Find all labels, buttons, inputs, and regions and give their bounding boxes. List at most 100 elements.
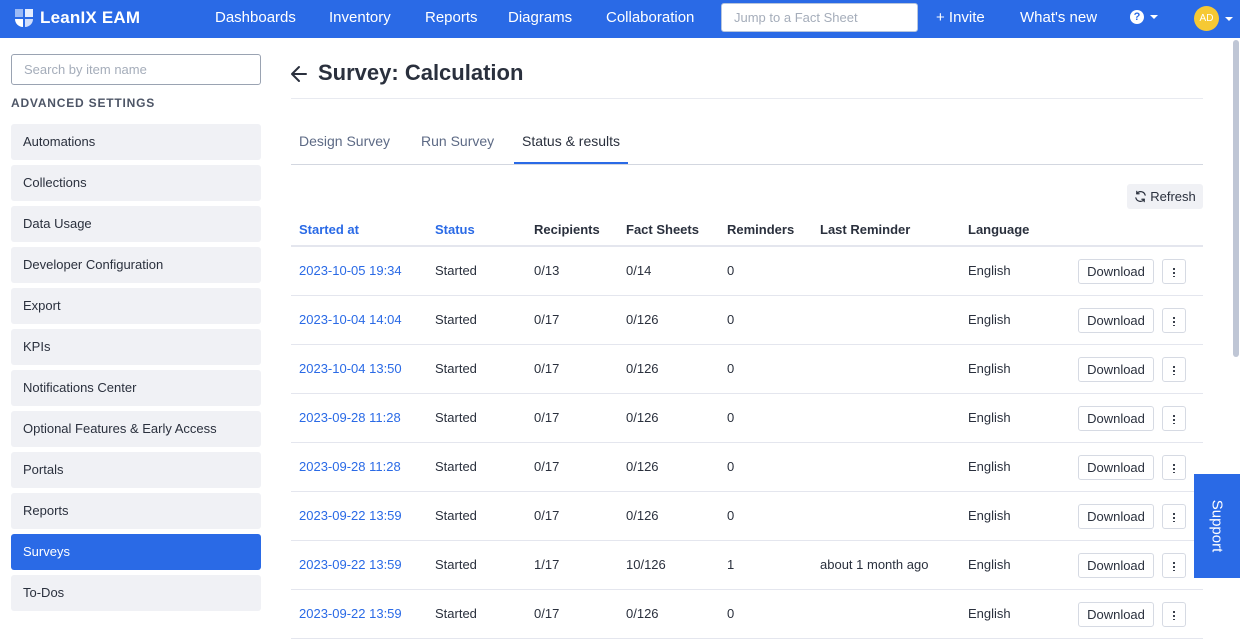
column-header-recipients: Recipients <box>534 222 600 237</box>
more-actions-button[interactable] <box>1162 259 1186 284</box>
language-cell: English <box>968 459 1011 474</box>
fact-sheets-cell: 0/126 <box>626 312 659 327</box>
more-actions-button[interactable] <box>1162 357 1186 382</box>
sidebar-item-reports[interactable]: Reports <box>11 493 261 529</box>
sidebar-item-surveys[interactable]: Surveys <box>11 534 261 570</box>
user-menu[interactable]: AD <box>1194 6 1233 31</box>
help-menu[interactable]: ? <box>1130 10 1158 24</box>
download-button[interactable]: Download <box>1078 602 1154 627</box>
reminders-cell: 0 <box>727 459 735 474</box>
download-button[interactable]: Download <box>1078 455 1154 480</box>
started-at-link[interactable]: 2023-10-05 19:34 <box>299 263 402 278</box>
status-cell: Started <box>435 557 477 572</box>
settings-sidebar: ADVANCED SETTINGS Automations Collection… <box>11 54 261 616</box>
started-at-link[interactable]: 2023-10-04 14:04 <box>299 312 402 327</box>
vertical-ellipsis-icon <box>1173 266 1175 277</box>
nav-dashboards[interactable]: Dashboards <box>215 9 296 26</box>
language-cell: English <box>968 410 1011 425</box>
jump-to-fact-sheet-input[interactable] <box>721 3 918 32</box>
download-button[interactable]: Download <box>1078 357 1154 382</box>
table-row: 2023-10-04 14:04 Started 0/17 0/126 0 English… <box>291 296 1203 345</box>
tab-design-survey[interactable]: Design Survey <box>299 133 390 149</box>
reminders-cell: 0 <box>727 263 735 278</box>
column-header-status[interactable]: Status <box>435 222 475 237</box>
fact-sheets-cell: 0/126 <box>626 361 659 376</box>
language-cell: English <box>968 508 1011 523</box>
whats-new-link[interactable]: What's new <box>1020 9 1097 26</box>
more-actions-button[interactable] <box>1162 553 1186 578</box>
language-cell: English <box>968 312 1011 327</box>
survey-runs-table: Started at Status Recipients Fact Sheets… <box>291 214 1203 639</box>
download-button[interactable]: Download <box>1078 259 1154 284</box>
table-row: 2023-09-22 13:59 Started 0/17 0/126 0 English… <box>291 492 1203 541</box>
support-label: Support <box>1208 499 1226 553</box>
status-cell: Started <box>435 508 477 523</box>
column-header-started-at[interactable]: Started at <box>299 222 359 237</box>
recipients-cell: 0/17 <box>534 361 560 376</box>
sidebar-item-export[interactable]: Export <box>11 288 261 324</box>
reminders-cell: 1 <box>727 557 735 572</box>
sidebar-item-portals[interactable]: Portals <box>11 452 261 488</box>
table-row: 2023-10-04 13:50 Started 0/17 0/126 0 English… <box>291 345 1203 394</box>
invite-button[interactable]: + Invite <box>936 9 985 26</box>
more-actions-button[interactable] <box>1162 406 1186 431</box>
sidebar-item-automations[interactable]: Automations <box>11 124 261 160</box>
sidebar-heading: ADVANCED SETTINGS <box>11 96 156 110</box>
reminders-cell: 0 <box>727 606 735 621</box>
download-button[interactable]: Download <box>1078 504 1154 529</box>
started-at-link[interactable]: 2023-09-28 11:28 <box>299 459 401 474</box>
table-row: 2023-09-28 11:28 Started 0/17 0/126 0 English… <box>291 443 1203 492</box>
download-button[interactable]: Download <box>1078 406 1154 431</box>
nav-inventory[interactable]: Inventory <box>329 9 391 26</box>
vertical-ellipsis-icon <box>1173 609 1175 620</box>
nav-reports[interactable]: Reports <box>425 9 478 26</box>
page-scrollbar[interactable] <box>1233 40 1239 357</box>
sidebar-item-optional-features[interactable]: Optional Features & Early Access <box>11 411 261 447</box>
more-actions-button[interactable] <box>1162 455 1186 480</box>
language-cell: English <box>968 606 1011 621</box>
started-at-link[interactable]: 2023-10-04 13:50 <box>299 361 402 376</box>
nav-diagrams[interactable]: Diagrams <box>508 9 572 26</box>
language-cell: English <box>968 361 1011 376</box>
sidebar-item-notifications-center[interactable]: Notifications Center <box>11 370 261 406</box>
sidebar-item-developer-configuration[interactable]: Developer Configuration <box>11 247 261 283</box>
sidebar-search-input[interactable] <box>11 54 261 85</box>
language-cell: English <box>968 557 1011 572</box>
more-actions-button[interactable] <box>1162 504 1186 529</box>
started-at-link[interactable]: 2023-09-22 13:59 <box>299 508 402 523</box>
sidebar-item-data-usage[interactable]: Data Usage <box>11 206 261 242</box>
language-cell: English <box>968 263 1011 278</box>
refresh-button[interactable]: Refresh <box>1127 184 1203 209</box>
status-cell: Started <box>435 606 477 621</box>
status-cell: Started <box>435 410 477 425</box>
recipients-cell: 0/17 <box>534 508 560 523</box>
download-button[interactable]: Download <box>1078 553 1154 578</box>
more-actions-button[interactable] <box>1162 602 1186 627</box>
support-button[interactable]: Support <box>1194 474 1240 578</box>
column-header-last-reminder: Last Reminder <box>820 222 911 237</box>
column-header-language: Language <box>968 222 1030 237</box>
tab-status-results[interactable]: Status & results <box>522 133 620 149</box>
more-actions-button[interactable] <box>1162 308 1186 333</box>
sidebar-list: Automations Collections Data Usage Devel… <box>11 124 261 611</box>
status-cell: Started <box>435 263 477 278</box>
refresh-label: Refresh <box>1150 189 1196 204</box>
recipients-cell: 0/17 <box>534 459 560 474</box>
brand-logo[interactable]: LeanIX EAM <box>15 8 140 28</box>
vertical-ellipsis-icon <box>1173 511 1175 522</box>
sidebar-item-collections[interactable]: Collections <box>11 165 261 201</box>
back-arrow-icon[interactable] <box>289 63 309 85</box>
recipients-cell: 0/17 <box>534 410 560 425</box>
sidebar-item-kpis[interactable]: KPIs <box>11 329 261 365</box>
table-header: Started at Status Recipients Fact Sheets… <box>291 214 1203 247</box>
fact-sheets-cell: 0/126 <box>626 606 659 621</box>
started-at-link[interactable]: 2023-09-22 13:59 <box>299 606 402 621</box>
download-button[interactable]: Download <box>1078 308 1154 333</box>
started-at-link[interactable]: 2023-09-28 11:28 <box>299 410 401 425</box>
sidebar-item-to-dos[interactable]: To-Dos <box>11 575 261 611</box>
nav-collaboration[interactable]: Collaboration <box>606 9 694 26</box>
tab-run-survey[interactable]: Run Survey <box>421 133 494 149</box>
column-header-fact-sheets: Fact Sheets <box>626 222 699 237</box>
started-at-link[interactable]: 2023-09-22 13:59 <box>299 557 402 572</box>
recipients-cell: 0/17 <box>534 606 560 621</box>
